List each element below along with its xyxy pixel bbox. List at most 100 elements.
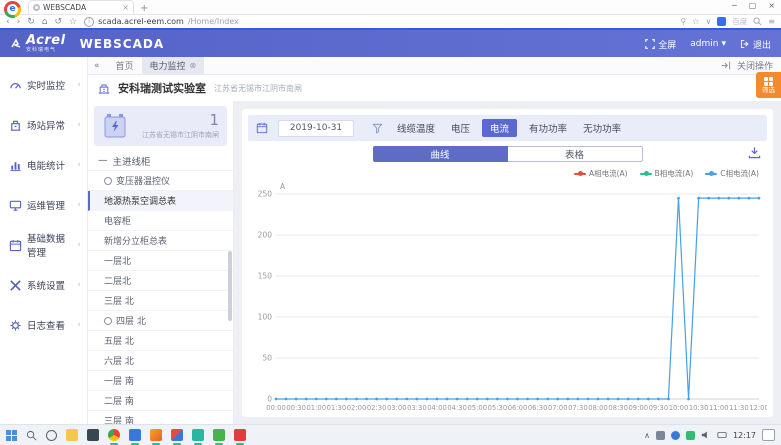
svg-text:50: 50 — [262, 354, 272, 363]
window-minimize-button[interactable]: ─ — [732, 1, 737, 10]
notification-icon[interactable] — [762, 429, 775, 441]
tree-item[interactable]: 新增分立柜总表 — [88, 231, 233, 251]
browser-tab[interactable]: WEBSCADA × — [28, 0, 134, 14]
page-tab[interactable]: 首页 — [108, 57, 142, 74]
sidebar-item[interactable]: 日志查看‹ — [0, 305, 87, 345]
measure-option[interactable]: 有功功率 — [525, 119, 571, 137]
baidu-bookmark-icon[interactable] — [717, 17, 726, 26]
legend-item[interactable]: A相电流(A) — [574, 168, 628, 179]
measure-option[interactable]: 无功功率 — [579, 119, 625, 137]
tree-root-node[interactable]: — 主进线柜 — [88, 151, 233, 171]
tab-close-icon[interactable]: ⊗ — [190, 61, 197, 70]
taskbar-clock[interactable]: 12:17 — [733, 431, 756, 440]
station-card[interactable]: 1 江苏省无锡市江阴市南闸 — [94, 106, 227, 146]
sidebar-item[interactable]: 实时监控‹ — [0, 65, 87, 105]
tree-item[interactable]: 地源热泵空调总表 — [88, 191, 233, 211]
blue-tray-icon[interactable] — [671, 431, 680, 440]
forward-icon[interactable]: › — [17, 17, 21, 27]
svg-text:04:00: 04:00 — [427, 404, 447, 412]
logout-button[interactable]: 退出 — [740, 38, 771, 51]
volume-icon[interactable] — [701, 430, 711, 440]
tree-item[interactable]: 二层 南 — [88, 391, 233, 411]
red-app-icon[interactable] — [234, 429, 246, 441]
tree-item[interactable]: 一层北 — [88, 251, 233, 271]
menu-icon[interactable]: ≡ — [768, 17, 775, 26]
sidebar-item[interactable]: 场站异常‹ — [0, 105, 87, 145]
logout-label: 退出 — [753, 38, 771, 51]
tree-scrollbar[interactable] — [228, 251, 232, 321]
refresh-icon[interactable]: ↻ — [27, 17, 35, 27]
legend-item[interactable]: B相电流(A) — [640, 168, 694, 179]
tree-item[interactable]: 电容柜 — [88, 211, 233, 231]
favorite-star-icon[interactable]: ☆ — [692, 17, 699, 26]
chrome-icon[interactable] — [108, 429, 120, 441]
sidebar-item[interactable]: 基础数据管理‹ — [0, 225, 87, 265]
file-explorer-icon[interactable] — [66, 429, 78, 441]
legend-item[interactable]: C相电流(A) — [705, 168, 759, 179]
svg-text:11:00: 11:00 — [709, 404, 729, 412]
tree-item[interactable]: 二层北 — [88, 271, 233, 291]
date-input[interactable]: 2019-10-31 — [278, 120, 354, 137]
red-blue-app-icon[interactable] — [171, 429, 183, 441]
undo-icon[interactable]: ↺ — [54, 17, 62, 27]
tree-item[interactable]: 三层 南 — [88, 411, 233, 425]
orange-app-icon[interactable] — [150, 429, 162, 441]
measure-option[interactable]: 电压 — [447, 119, 474, 137]
blue-app-icon[interactable] — [129, 429, 141, 441]
measure-option[interactable]: 电流 — [482, 119, 517, 137]
teal-app-icon[interactable] — [192, 429, 204, 441]
start-button-icon[interactable] — [6, 430, 17, 441]
sidebar-item[interactable]: 电能统计‹ — [0, 145, 87, 185]
svg-text:05:00: 05:00 — [467, 404, 487, 412]
close-ops-label[interactable]: 关闭操作 — [737, 59, 773, 72]
fullscreen-button[interactable]: 全屏 — [645, 38, 676, 51]
ops-monitor-icon — [9, 199, 22, 212]
download-icon[interactable] — [748, 146, 761, 159]
collapse-tabs-icon[interactable]: « — [94, 61, 100, 71]
page-tab[interactable]: 电力监控⊗ — [142, 57, 205, 74]
tray-expand-icon[interactable]: ∧ — [644, 431, 650, 440]
measure-option[interactable]: 线缆温度 — [393, 119, 439, 137]
table-view-button[interactable]: 表格 — [508, 146, 643, 162]
close-ops-icon[interactable] — [721, 60, 732, 71]
tree-item[interactable]: 变压器温控仪 — [88, 171, 233, 191]
home-icon[interactable]: ⌂ — [42, 17, 48, 27]
dropdown-caret-icon[interactable]: ∨ — [705, 17, 711, 26]
network-icon[interactable] — [717, 430, 727, 440]
shield-tray-icon[interactable] — [656, 431, 665, 440]
taskbar-search-icon[interactable] — [26, 430, 37, 441]
funnel-icon[interactable] — [372, 123, 383, 134]
svg-text:10:00: 10:00 — [669, 404, 689, 412]
tree-item-label: 新增分立柜总表 — [104, 234, 167, 247]
user-menu[interactable]: admin▾ — [690, 39, 726, 49]
tree-item[interactable]: 四层 北 — [88, 311, 233, 331]
window-maximize-button[interactable]: ▢ — [749, 1, 757, 10]
pin-icon[interactable]: ⚲ — [680, 17, 686, 26]
collapse-minus-icon[interactable]: — — [98, 155, 108, 166]
monitor-app-icon[interactable] — [87, 429, 99, 441]
tree-item[interactable]: 五层 北 — [88, 331, 233, 351]
curve-view-button[interactable]: 曲线 — [373, 146, 508, 162]
tab-close-icon[interactable]: × — [122, 3, 129, 12]
back-icon[interactable]: ‹ — [6, 17, 10, 27]
sidebar-item[interactable]: 系统设置‹ — [0, 265, 87, 305]
new-tab-button[interactable]: + — [140, 4, 148, 14]
tree-item[interactable]: 六层 北 — [88, 351, 233, 371]
baidu-bookmark-label[interactable]: 百度 — [732, 16, 747, 27]
tree-item[interactable]: 一层 南 — [88, 371, 233, 391]
search-icon[interactable] — [753, 17, 762, 26]
site-info-icon[interactable]: i — [84, 17, 94, 27]
cortana-icon[interactable] — [46, 430, 57, 441]
sidebar-item[interactable]: 运维管理‹ — [0, 185, 87, 225]
svg-text:07:30: 07:30 — [568, 404, 588, 412]
window-close-button[interactable]: × — [768, 1, 775, 10]
bookmark-star-icon[interactable]: ☆ — [69, 17, 77, 27]
green-app-icon[interactable] — [213, 429, 225, 441]
svg-text:12:00: 12:00 — [749, 404, 767, 412]
tree-item[interactable]: 三层 北 — [88, 291, 233, 311]
url-field[interactable]: i scada.acrel-eem.com/Home/Index — [84, 17, 673, 27]
circuit-filter-button[interactable]: 筛选 — [756, 72, 781, 98]
line-chart[interactable]: 050100150200250A00:0000:3001:0001:3002:0… — [248, 180, 767, 415]
green-tray-icon[interactable] — [686, 431, 695, 440]
browser-logo-icon[interactable]: e — [4, 1, 21, 18]
